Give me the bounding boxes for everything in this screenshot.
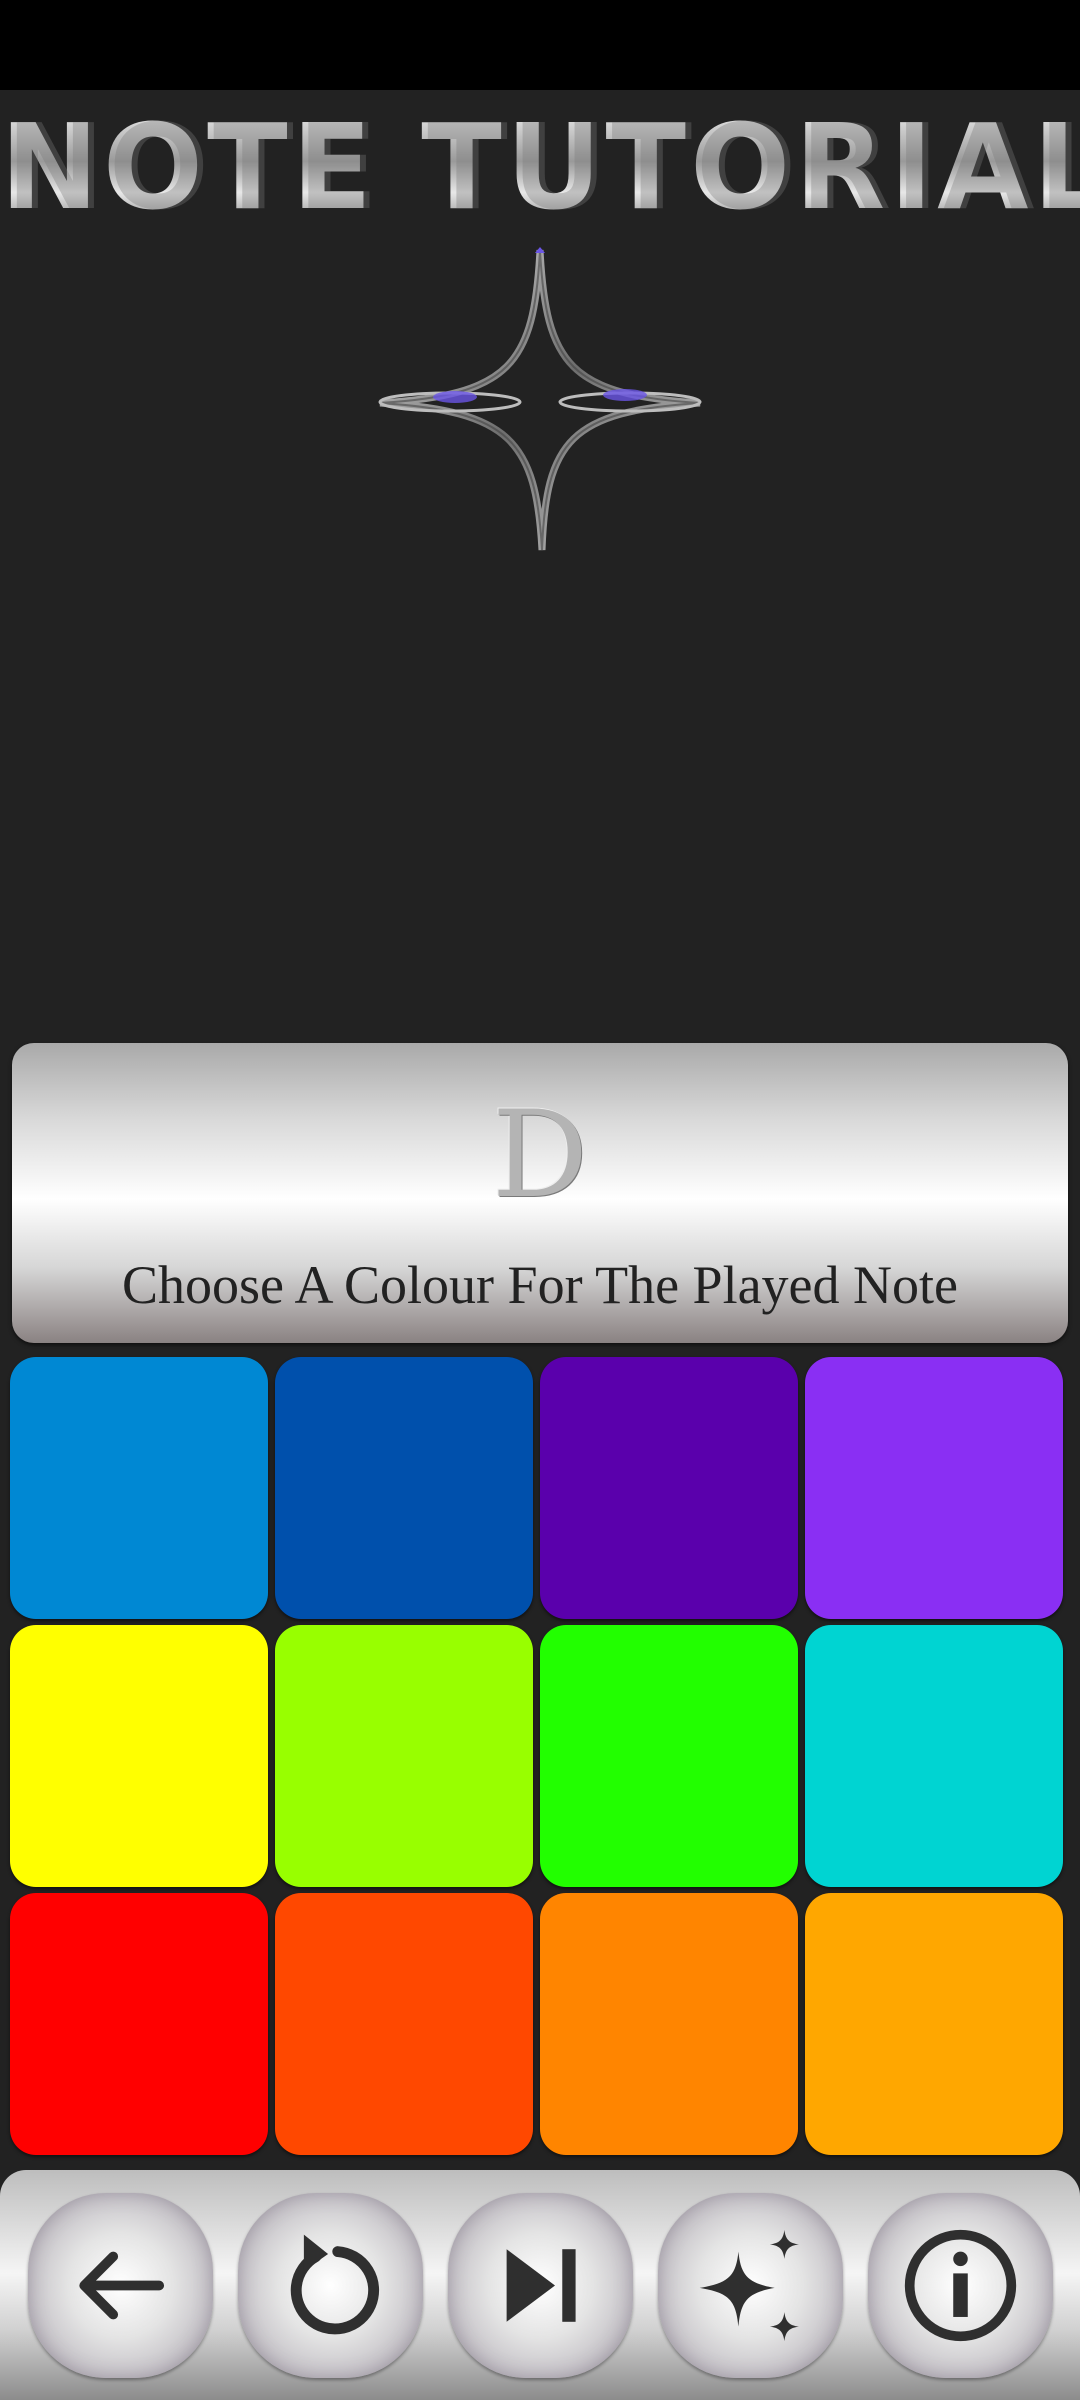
- colour-swatch[interactable]: [540, 1625, 798, 1887]
- colour-swatch[interactable]: [10, 1625, 268, 1887]
- colour-swatch[interactable]: [275, 1357, 533, 1619]
- played-note-label: D: [491, 1086, 589, 1225]
- skip-next-icon: [506, 2249, 576, 2322]
- colour-swatch[interactable]: [10, 1893, 268, 2155]
- note-prompt-panel: D Choose A Colour For The Played Note: [12, 1043, 1068, 1343]
- info-icon: [904, 2229, 1017, 2342]
- status-bar: [0, 0, 1080, 90]
- skip-next-button[interactable]: [448, 2193, 633, 2378]
- colour-swatch[interactable]: [540, 1357, 798, 1619]
- bottom-toolbar: [0, 2170, 1080, 2400]
- back-button[interactable]: [28, 2193, 213, 2378]
- colour-swatch[interactable]: [540, 1893, 798, 2155]
- colour-swatch[interactable]: [275, 1625, 533, 1887]
- colour-swatch[interactable]: [805, 1357, 1063, 1619]
- instruction-text: Choose A Colour For The Played Note: [122, 1255, 958, 1315]
- back-arrow-icon: [79, 2251, 165, 2320]
- replay-icon: [290, 2234, 380, 2335]
- colour-swatch[interactable]: [275, 1893, 533, 2155]
- page-title: NOTE TUTORIAL: [0, 98, 1080, 236]
- colour-swatch[interactable]: [805, 1893, 1063, 2155]
- sparkles-icon: [699, 2229, 799, 2342]
- info-button[interactable]: [868, 2193, 1053, 2378]
- sparkle-icon: [378, 247, 702, 551]
- colour-swatch[interactable]: [805, 1625, 1063, 1887]
- replay-button[interactable]: [238, 2193, 423, 2378]
- colour-swatch[interactable]: [10, 1357, 268, 1619]
- sparkles-button[interactable]: [658, 2193, 843, 2378]
- colour-palette: [10, 1357, 1070, 2163]
